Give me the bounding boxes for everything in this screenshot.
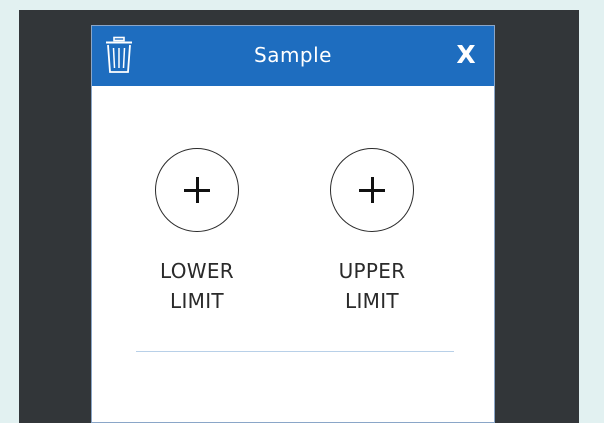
lower-limit-button[interactable]: LOWER LIMIT xyxy=(142,148,252,316)
sample-dialog: Sample X LOWER LIMIT UPPER LIMIT xyxy=(91,25,495,423)
upper-limit-label-line1: UPPER xyxy=(338,259,406,283)
close-button[interactable]: X xyxy=(452,40,480,70)
lower-limit-label: LOWER LIMIT xyxy=(142,256,252,316)
add-upper-limit-button[interactable] xyxy=(330,148,414,232)
add-lower-limit-button[interactable] xyxy=(155,148,239,232)
upper-limit-label: UPPER LIMIT xyxy=(317,256,427,316)
lower-limit-label-line1: LOWER xyxy=(160,259,234,283)
upper-limit-label-line2: LIMIT xyxy=(345,289,399,313)
divider xyxy=(136,351,454,352)
lower-limit-label-line2: LIMIT xyxy=(170,289,224,313)
upper-limit-button[interactable]: UPPER LIMIT xyxy=(317,148,427,316)
dialog-title: Sample xyxy=(254,43,332,67)
dialog-header: Sample X xyxy=(92,26,494,86)
